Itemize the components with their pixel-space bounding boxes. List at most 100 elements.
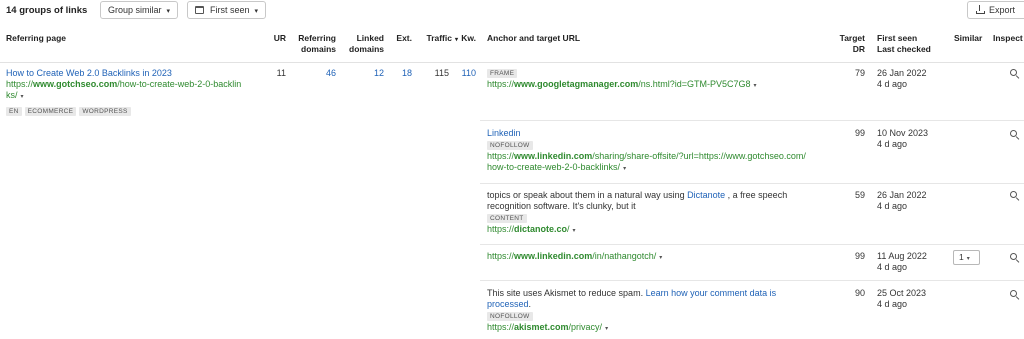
col-referring-domains-line2: domains [301,44,336,54]
anchor-text[interactable]: Dictanote [687,190,725,200]
list-item: FRAME https://www.googletagmanager.com/n… [487,67,757,92]
anchor-text-cont[interactable]: processed [487,299,529,309]
first-seen-cell: 26 Jan 2022 4 d ago [877,68,927,90]
referring-page-tags: EN ECOMMERCE WORDPRESS [6,105,241,116]
last-checked: 4 d ago [877,262,908,272]
first-seen-cell: 25 Oct 2023 4 d ago [877,288,926,310]
inspect-search-icon[interactable] [1010,69,1020,79]
ext-value[interactable]: 18 [388,68,412,79]
referring-page-url-cont[interactable]: ks/▾ [6,90,241,103]
chevron-down-icon[interactable]: ▾ [623,166,626,172]
first-seen-date: 26 Jan 2022 [877,190,927,200]
last-checked: 4 d ago [877,201,908,211]
tag-frame: FRAME [487,69,518,78]
tag-content: CONTENT [487,214,527,223]
first-seen-date: 11 Aug 2022 [877,251,927,261]
col-traffic-label: Traffic [426,33,452,43]
chevron-down-icon[interactable]: ▾ [605,326,608,332]
groups-count: 14 groups of links [6,5,88,16]
inspect-search-icon[interactable] [1010,290,1020,300]
linked-domains-value[interactable]: 12 [350,68,384,79]
inspect-search-icon[interactable] [1010,130,1020,140]
col-referring-domains[interactable]: Referring domains [290,33,336,55]
toolbar: 14 groups of links Group similar ▾ First … [0,0,1024,22]
target-url[interactable]: https://www.googletagmanager.com/ns.html… [487,79,757,92]
col-linked-domains-line2: domains [349,44,384,54]
tag-cms: WORDPRESS [79,107,131,116]
col-kw[interactable]: Kw. [458,33,476,44]
chevron-down-icon[interactable]: ▾ [754,83,757,89]
col-linked-domains-line1: Linked [356,33,384,43]
anchor-context-cont: recognition software. It's clunky, but i… [487,201,636,211]
col-similar[interactable]: Similar [954,33,982,44]
row-divider [480,280,1024,281]
first-seen-cell: 26 Jan 2022 4 d ago [877,190,927,212]
tag-nofollow: NOFOLLOW [487,312,533,321]
inspect-search-icon[interactable] [1010,191,1020,201]
col-first-seen-label: First seen [877,33,918,43]
anchor-text[interactable]: Linkedin [487,128,806,139]
anchor-text[interactable]: Learn how your comment data is [646,288,777,298]
target-dr-value: 79 [854,68,865,78]
col-referring-domains-line1: Referring [298,33,336,43]
chevron-down-icon: ▾ [966,256,970,262]
first-seen-dropdown[interactable]: First seen ▾ [187,1,267,19]
referring-domains-value[interactable]: 46 [300,68,336,79]
first-seen-date: 26 Jan 2022 [877,68,927,78]
group-similar-label: Group similar [108,5,162,15]
target-dr-value: 90 [854,288,865,298]
col-referring-page[interactable]: Referring page [6,33,66,44]
col-first-seen[interactable]: First seen Last checked [877,33,931,55]
referring-page-cell: How to Create Web 2.0 Backlinks in 2023 … [6,68,241,116]
export-label: Export [989,5,1016,15]
tag-language: EN [6,107,22,116]
traffic-value: 115 [434,68,449,78]
chevron-down-icon: ▾ [254,8,259,15]
anchor-context: topics or speak about them in a natural … [487,190,788,200]
first-seen-cell: 11 Aug 2022 4 d ago [877,251,927,273]
referring-page-url[interactable]: https://www.gotchseo.com/how-to-create-w… [6,79,241,90]
col-traffic[interactable]: Traffic ▾ [418,33,458,46]
col-ur[interactable]: UR [262,33,286,44]
target-dr-value: 99 [854,128,865,138]
first-seen-cell: 10 Nov 2023 4 d ago [877,128,928,150]
col-last-checked-label: Last checked [877,44,931,54]
col-inspect[interactable]: Inspect [993,33,1023,44]
target-url-cont[interactable]: how-to-create-web-2-0-backlinks/▾ [487,162,806,175]
target-url[interactable]: https://www.linkedin.com/sharing/share-o… [487,151,806,162]
col-ext[interactable]: Ext. [388,33,412,44]
anchor-context: This site uses Akismet to reduce spam. L… [487,288,777,298]
target-dr-value: 99 [854,251,865,261]
first-seen-label: First seen [210,5,250,15]
chevron-down-icon[interactable]: ▾ [659,255,662,261]
first-seen-date: 25 Oct 2023 [877,288,927,298]
list-item: https://www.linkedin.com/in/nathangotch/… [487,251,662,264]
target-url[interactable]: https://www.linkedin.com/in/nathangotch/… [487,251,662,264]
tag-platform: ECOMMERCE [24,107,77,116]
col-target-dr-line1: Target [839,33,865,43]
group-similar-dropdown[interactable]: Group similar ▾ [100,1,179,19]
target-url[interactable]: https://dictanote.co/▾ [487,224,787,237]
kw-value[interactable]: 110 [455,68,476,79]
col-target-dr[interactable]: Target DR [830,33,865,55]
similar-select[interactable]: 1 ▾ [953,250,980,265]
chevron-down-icon: ▾ [166,8,171,15]
export-button[interactable]: Export [967,1,1024,19]
list-item: topics or speak about them in a natural … [487,190,787,237]
ur-value: 11 [276,68,286,78]
col-linked-domains[interactable]: Linked domains [340,33,384,55]
download-icon [976,5,985,14]
col-anchor-target[interactable]: Anchor and target URL [487,33,580,44]
list-item: Linkedin NOFOLLOW https://www.linkedin.c… [487,128,806,175]
target-dr-value: 59 [854,190,865,200]
row-divider [480,183,1024,184]
row-divider [480,244,1024,245]
list-item: This site uses Akismet to reduce spam. L… [487,288,776,335]
header-divider [0,62,1024,63]
chevron-down-icon[interactable]: ▾ [21,94,24,100]
target-url[interactable]: https://akismet.com/privacy/▾ [487,322,776,335]
referring-page-title[interactable]: How to Create Web 2.0 Backlinks in 2023 [6,68,241,79]
last-checked: 4 d ago [877,79,908,89]
chevron-down-icon[interactable]: ▾ [573,228,576,234]
inspect-search-icon[interactable] [1010,253,1020,263]
